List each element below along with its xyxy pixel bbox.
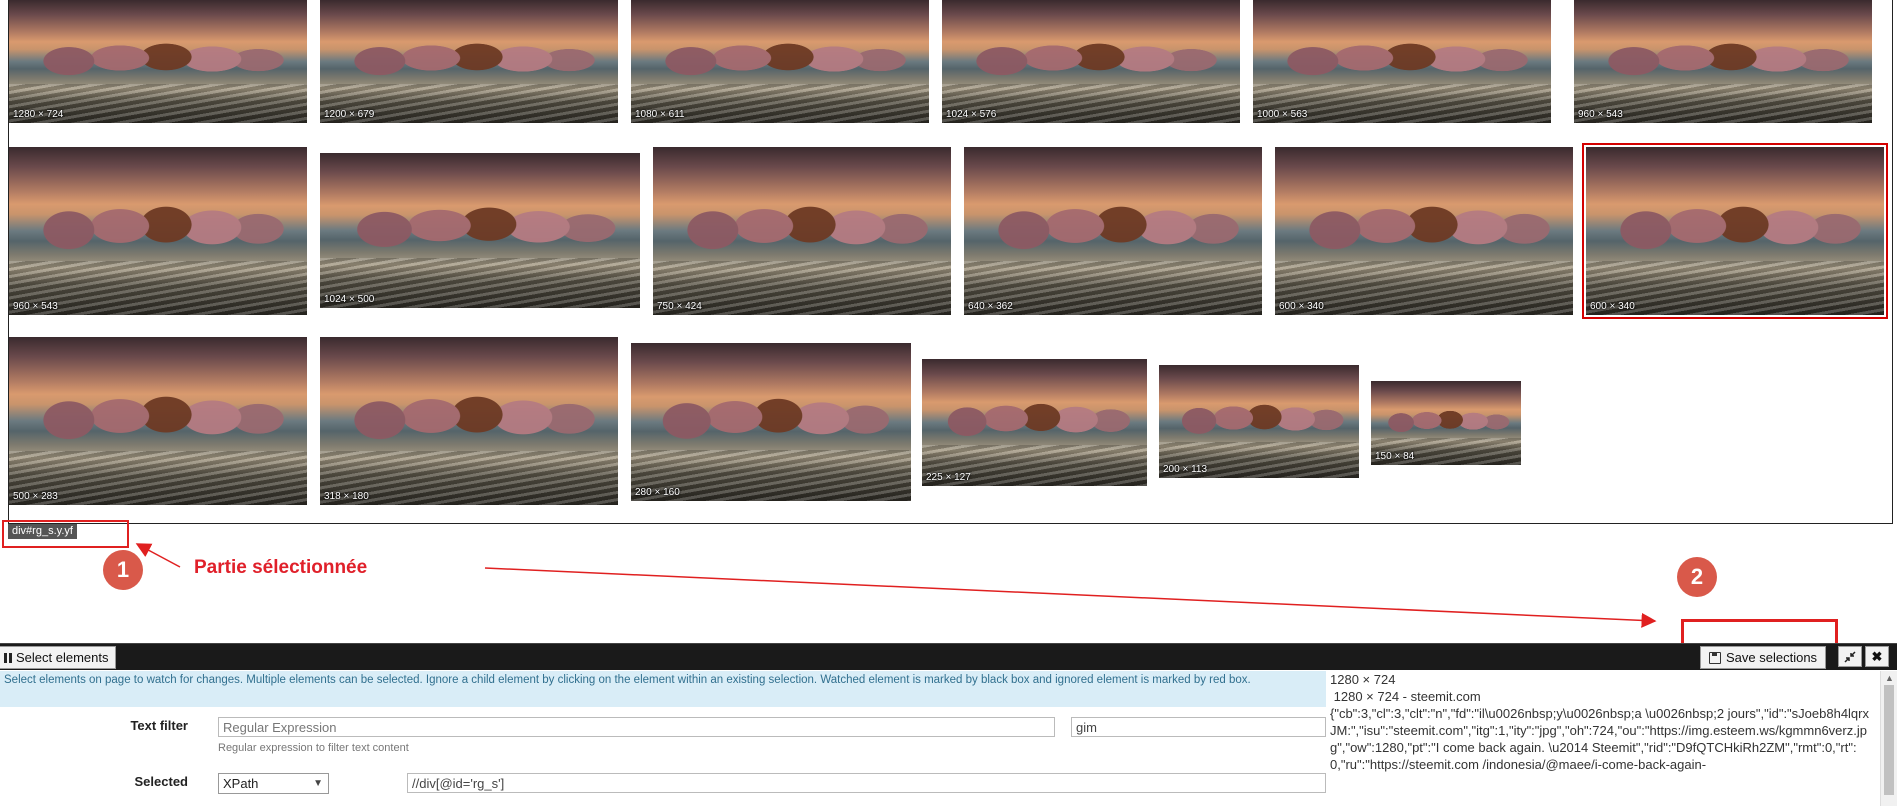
image-thumbnail[interactable]: 225 × 127 [922, 359, 1147, 486]
text-filter-input[interactable] [218, 717, 1055, 737]
image-thumbnail[interactable]: 1024 × 500 [320, 153, 640, 308]
select-elements-panel: Select elements Save selections ✖ Select… [0, 643, 1897, 806]
regex-flags-input[interactable] [1071, 717, 1326, 737]
image-dimensions: 1080 × 611 [635, 109, 685, 120]
image-dimensions: 1000 × 563 [1257, 109, 1308, 120]
arrow-to-save [484, 567, 1657, 628]
image-thumbnail[interactable]: 640 × 362 [964, 147, 1262, 315]
image-dimensions: 1200 × 679 [324, 109, 375, 120]
image-results-grid: 1280 × 724 1200 × 679 1080 × 611 1024 × 576… [8, 0, 1893, 524]
image-thumbnail[interactable]: 500 × 283 [9, 337, 307, 505]
image-dimensions: 1024 × 500 [324, 294, 375, 305]
pause-icon [4, 652, 12, 663]
annotation-caption: Partie sélectionnée [194, 557, 368, 578]
image-dimensions: 640 × 362 [968, 301, 1013, 312]
shrink-button[interactable] [1838, 646, 1862, 667]
image-thumbnail[interactable]: 1080 × 611 [631, 0, 929, 123]
image-dimensions: 1280 × 724 [13, 109, 64, 120]
selection-tag: div#rg_s.y.yf [8, 524, 77, 539]
preview-line-3: {"cb":3,"cl":3,"clt":"n","fd":"il\u0026n… [1330, 706, 1869, 772]
arrow-to-selection [135, 543, 181, 568]
image-thumbnail[interactable]: 150 × 84 [1371, 381, 1521, 465]
selector-expression-input[interactable] [407, 773, 1326, 793]
selected-label: Selected [134, 774, 188, 789]
image-thumbnail[interactable]: 200 × 113 [1159, 365, 1359, 478]
image-thumbnail[interactable]: 1000 × 563 [1253, 0, 1551, 123]
panel-toolbar: Select elements Save selections ✖ [0, 644, 1897, 670]
preview-scrollbar[interactable]: ▲ [1880, 671, 1897, 806]
annotation-step-2: 2 [1677, 557, 1717, 597]
save-icon [1709, 651, 1721, 664]
image-dimensions: 318 × 180 [324, 491, 369, 502]
chevron-down-icon: ▼ [313, 778, 323, 789]
image-thumbnail[interactable]: 960 × 543 [9, 147, 307, 315]
selector-type-value: XPath [223, 776, 259, 791]
text-filter-label: Text filter [130, 718, 188, 733]
image-thumbnail[interactable]: 1024 × 576 [942, 0, 1240, 123]
image-dimensions: 960 × 543 [13, 301, 58, 312]
image-thumbnail[interactable]: 1200 × 679 [320, 0, 618, 123]
close-button[interactable]: ✖ [1865, 646, 1889, 667]
image-dimensions: 280 × 160 [635, 487, 680, 498]
image-dimensions: 1024 × 576 [946, 109, 997, 120]
image-dimensions: 960 × 543 [1578, 109, 1623, 120]
image-dimensions: 600 × 340 [1590, 301, 1635, 312]
image-thumbnail[interactable]: 280 × 160 [631, 343, 911, 501]
image-dimensions: 500 × 283 [13, 491, 58, 502]
image-dimensions: 225 × 127 [926, 472, 971, 483]
image-dimensions: 200 × 113 [1163, 464, 1208, 475]
annotation-step-1: 1 [103, 550, 143, 590]
image-thumbnail[interactable]: 600 × 340 [1275, 147, 1573, 315]
preview-line-1: 1280 × 724 [1330, 672, 1396, 687]
image-dimensions: 150 × 84 [1375, 451, 1415, 462]
save-selections-button[interactable]: Save selections [1700, 646, 1827, 669]
selection-preview: 1280 × 724 1280 × 724 - steemit.com {"cb… [1326, 671, 1879, 806]
scroll-up-icon: ▲ [1885, 673, 1894, 683]
shrink-icon [1844, 650, 1856, 663]
image-thumbnail[interactable]: 750 × 424 [653, 147, 951, 315]
image-thumbnail[interactable]: 1280 × 724 [9, 0, 307, 123]
image-dimensions: 600 × 340 [1279, 301, 1324, 312]
image-thumbnail[interactable]: 960 × 543 [1574, 0, 1872, 123]
selector-type-dropdown[interactable]: XPath ▼ [218, 773, 329, 794]
close-icon: ✖ [1871, 648, 1883, 664]
info-message: Select elements on page to watch for cha… [0, 671, 1326, 707]
image-thumbnail[interactable]: 600 × 340 [1582, 143, 1888, 319]
select-elements-label: Select elements [16, 650, 109, 665]
preview-line-2: 1280 × 724 - steemit.com [1330, 689, 1481, 704]
text-filter-hint: Regular expression to filter text conten… [218, 742, 409, 754]
scrollbar-thumb[interactable] [1884, 685, 1894, 795]
image-dimensions: 750 × 424 [657, 301, 702, 312]
select-elements-tab[interactable]: Select elements [0, 646, 116, 669]
image-thumbnail[interactable]: 318 × 180 [320, 337, 618, 505]
save-selections-label: Save selections [1726, 650, 1818, 665]
